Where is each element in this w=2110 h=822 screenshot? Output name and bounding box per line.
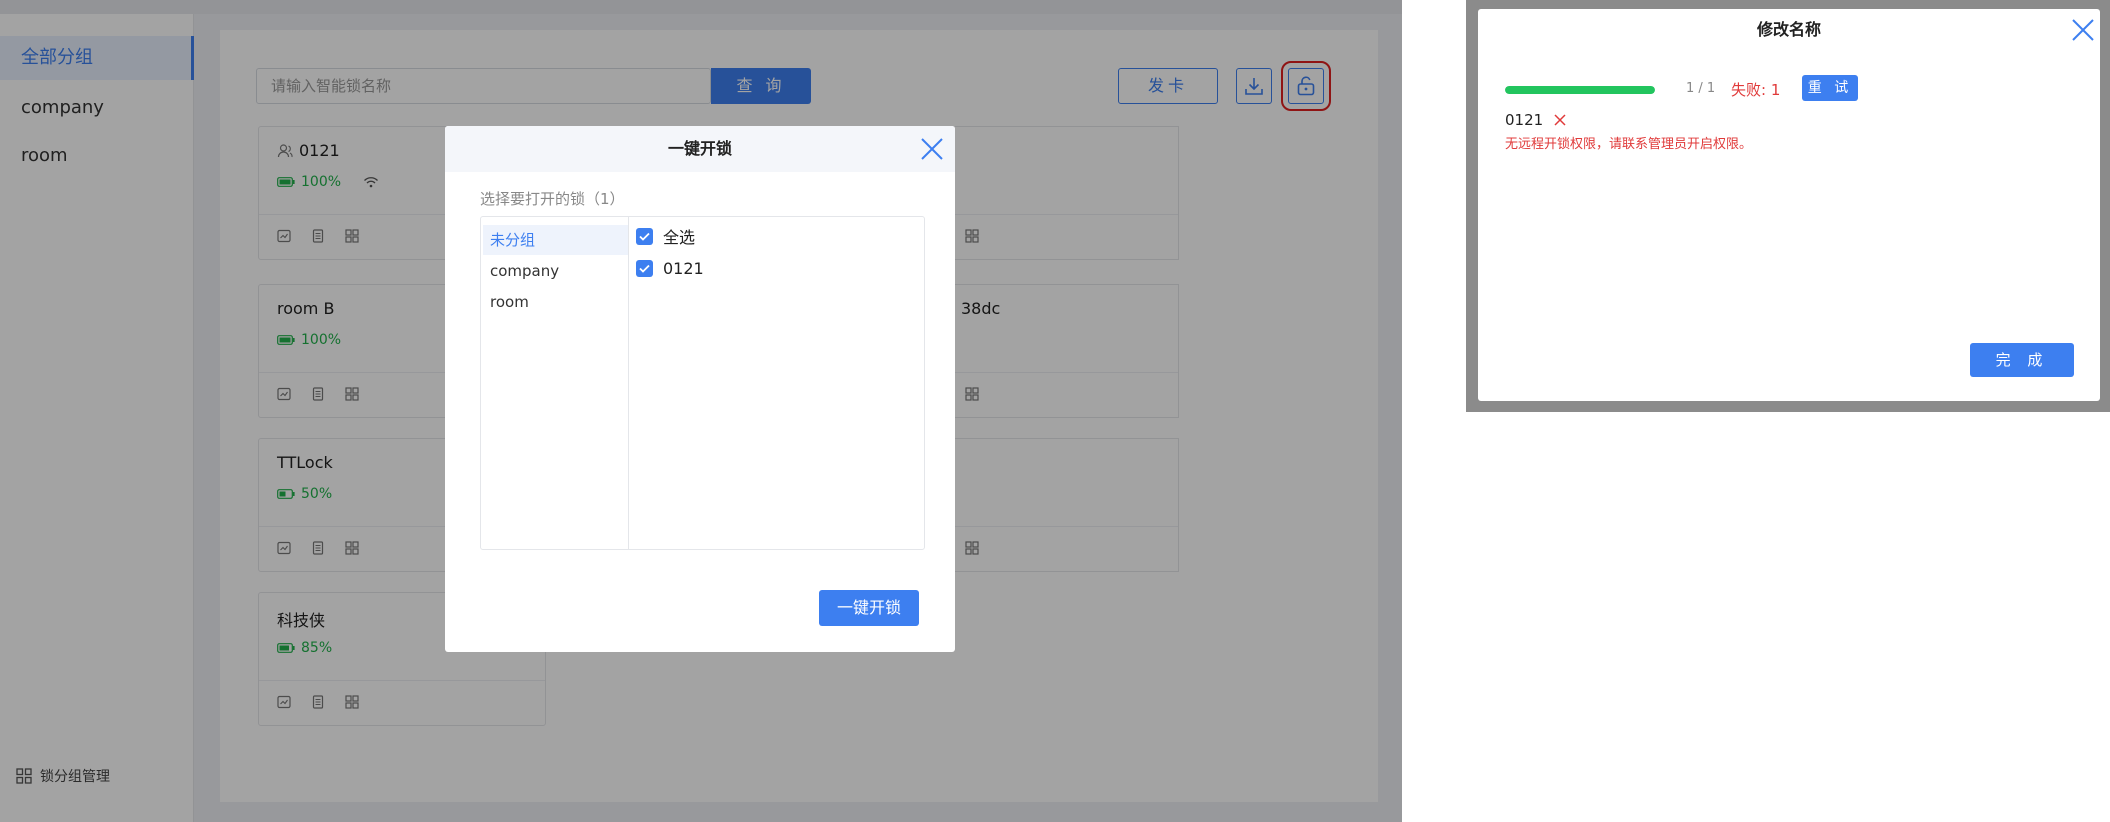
fail-x-icon (1554, 114, 1566, 126)
group-option-room[interactable]: room (483, 287, 628, 317)
fail-count: 失败: 1 (1731, 81, 1781, 99)
select-locks-label: 选择要打开的锁（1） (480, 190, 625, 208)
progress-bar-fill (1505, 86, 1655, 94)
result-item: 0121 (1505, 111, 1567, 129)
result-dialog: 修改名称 1 / 1 失败: 1 重 试 0121 无远程开锁权限，请联系管理员… (1478, 9, 2100, 401)
result-lock-name: 0121 (1505, 111, 1544, 129)
close-icon[interactable] (919, 136, 945, 162)
group-option-company[interactable]: company (483, 256, 628, 286)
lock-management-screen: 全部分组 company room 锁分组管理 请输入智能锁名称 查 询 发卡 … (0, 0, 1402, 822)
lock-picker: 未分组 company room 全选 0121 (480, 216, 925, 550)
progress-bar (1505, 86, 1655, 94)
checkbox-checked-icon (636, 260, 653, 277)
lock-checkbox-0121[interactable]: 0121 (636, 259, 704, 278)
one-click-unlock-modal: 一键开锁 选择要打开的锁（1） 未分组 company room 全选 0121… (445, 126, 955, 652)
result-screen: 修改名称 1 / 1 失败: 1 重 试 0121 无远程开锁权限，请联系管理员… (1466, 0, 2110, 412)
group-option-ungrouped[interactable]: 未分组 (483, 225, 628, 255)
dialog-title: 修改名称 (1756, 20, 1821, 39)
select-all-checkbox[interactable]: 全选 (636, 224, 695, 248)
retry-button[interactable]: 重 试 (1802, 75, 1858, 101)
error-message: 无远程开锁权限，请联系管理员开启权限。 (1505, 137, 1753, 152)
progress-count: 1 / 1 (1686, 81, 1716, 96)
select-all-label: 全选 (663, 228, 696, 247)
done-button[interactable]: 完 成 (1970, 343, 2074, 377)
close-icon[interactable] (2070, 17, 2096, 43)
lock-option-label: 0121 (663, 259, 704, 278)
confirm-unlock-button[interactable]: 一键开锁 (819, 590, 919, 626)
modal-title: 一键开锁 (667, 139, 732, 158)
checkbox-checked-icon (636, 227, 653, 245)
stage: 全部分组 company room 锁分组管理 请输入智能锁名称 查 询 发卡 … (0, 0, 2110, 822)
picker-divider (628, 217, 629, 549)
